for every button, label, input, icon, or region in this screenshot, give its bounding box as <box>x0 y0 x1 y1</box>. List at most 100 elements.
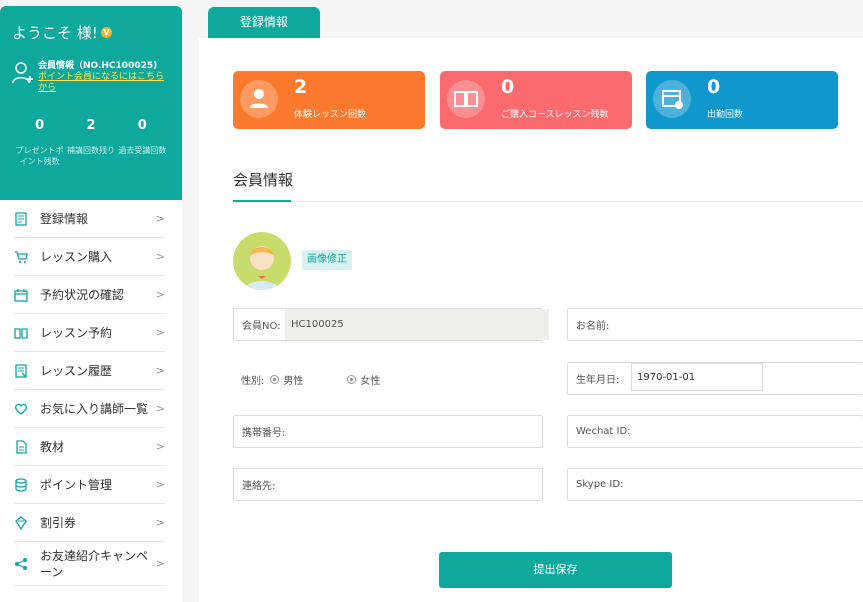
cart-icon <box>15 250 28 263</box>
sidebar-item-points[interactable]: ポイント管理 > <box>14 466 165 504</box>
chevron-right-icon: > <box>155 364 165 377</box>
member-no-label: 会員NO: <box>242 321 281 332</box>
sidebar: ようこそ 様! V 会員情報（NO.HC100025) ポイント会員になるにはこ… <box>0 6 182 602</box>
card-value: 2 <box>294 76 308 98</box>
birthdate-label: 生年月日: <box>576 375 620 386</box>
sidebar-item-label: 登録情報 <box>40 212 89 226</box>
member-stats: 0 プレゼントポイント残数 2 補講回数残り 0 過去受講回数 <box>12 118 170 167</box>
contact-field[interactable]: 連絡先: <box>233 468 543 501</box>
card-remaining-course-lessons: 0 ご購入コースレッスン残数 <box>440 71 632 129</box>
chevron-right-icon: > <box>155 212 165 225</box>
wechat-field[interactable]: Wechat ID: <box>567 415 863 448</box>
gender-female-radio[interactable] <box>347 375 357 384</box>
sidebar-item-coupons[interactable]: 割引券 > <box>14 504 165 542</box>
sidebar-item-favorite-teachers[interactable]: お気に入り講師一覧 > <box>14 390 165 428</box>
card-label: 出勤回数 <box>707 110 744 120</box>
sidebar-header: ようこそ 様! V 会員情報（NO.HC100025) ポイント会員になるにはこ… <box>0 6 182 200</box>
avatar <box>233 232 291 290</box>
contact-label: 連絡先: <box>242 481 276 492</box>
chevron-right-icon: > <box>155 402 165 415</box>
sidebar-item-lesson-booking[interactable]: レッスン予約 > <box>14 314 165 352</box>
sidebar-item-label: 予約状況の確認 <box>40 288 125 302</box>
birthdate-field: 生年月日: 1970-01-01 <box>567 362 863 395</box>
chevron-right-icon: > <box>155 288 165 301</box>
skype-field[interactable]: Skype ID: <box>567 468 863 501</box>
name-label: お名前: <box>576 321 610 332</box>
document-icon <box>15 211 27 226</box>
sidebar-item-label: 教材 <box>40 440 65 454</box>
person-icon <box>240 80 278 118</box>
sidebar-item-label: レッスン予約 <box>40 326 113 340</box>
stat-value: 0 <box>137 118 147 133</box>
submit-save-button[interactable]: 提出保存 <box>439 552 672 588</box>
stat-past-lessons: 0 過去受講回数 <box>117 118 168 167</box>
member-info: 会員情報（NO.HC100025) ポイント会員になるにはこちらから <box>12 61 170 94</box>
stat-value: 0 <box>35 118 45 133</box>
birthdate-input[interactable]: 1970-01-01 <box>631 363 763 391</box>
stat-present-points: 0 プレゼントポイント残数 <box>14 118 65 167</box>
name-field[interactable]: お名前: <box>567 308 863 341</box>
point-member-link[interactable]: ポイント会員になるにはこちらから <box>38 72 170 94</box>
member-user-icon <box>12 62 33 84</box>
sidebar-item-label: 割引券 <box>40 516 77 530</box>
chevron-right-icon: > <box>155 250 165 263</box>
sidebar-item-friend-referral[interactable]: お友達紹介キャンペーン > <box>14 542 165 586</box>
chevron-right-icon: > <box>155 326 165 339</box>
card-trial-lessons: 2 体験レッスン回数 <box>233 71 425 129</box>
sidebar-menu: 登録情報 > レッスン購入 > 予約状況の確認 > レッスン予約 > レッスン履… <box>0 200 182 586</box>
coins-icon <box>15 477 27 492</box>
main-panel: 2 体験レッスン回数 0 ご購入コースレッスン残数 0 出勤回数 会員情報 画像… <box>199 38 863 602</box>
skype-label: Skype ID: <box>576 479 624 490</box>
sidebar-item-label: レッスン履歴 <box>40 364 113 378</box>
stat-label: 補講回数残り <box>66 146 115 155</box>
wechat-label: Wechat ID: <box>576 426 631 437</box>
gender-label: 性別: <box>241 376 265 387</box>
stat-makeup-lessons: 2 補講回数残り <box>65 118 116 167</box>
member-no-field: 会員NO: HC100025 <box>233 308 549 341</box>
chevron-right-icon: > <box>155 478 165 491</box>
card-label: ご購入コースレッスン残数 <box>501 110 609 120</box>
chevron-right-icon: > <box>155 556 165 570</box>
sidebar-item-reservation-status[interactable]: 予約状況の確認 > <box>14 276 165 314</box>
card-label: 体験レッスン回数 <box>294 110 367 120</box>
gender-male-label: 男性 <box>283 376 304 387</box>
share-icon <box>15 557 27 570</box>
section-accent-line <box>233 200 291 202</box>
chevron-right-icon: > <box>155 516 165 529</box>
gender-female-label: 女性 <box>360 376 381 387</box>
sidebar-item-lesson-purchase[interactable]: レッスン購入 > <box>14 238 165 276</box>
welcome-label: ようこそ 様! <box>12 24 98 42</box>
calendar-check-icon <box>653 80 691 118</box>
gender-group: 性別: 男性 女性 <box>241 372 380 387</box>
chevron-right-icon: > <box>155 440 165 453</box>
card-value: 0 <box>501 76 515 98</box>
sidebar-item-label: お気に入り講師一覧 <box>40 402 149 416</box>
heart-icon <box>15 403 27 415</box>
tab-registration-info[interactable]: 登録情報 <box>208 7 320 39</box>
stat-label: プレゼントポイント残数 <box>15 146 64 166</box>
section-divider <box>233 201 863 202</box>
card-value: 0 <box>707 76 721 98</box>
book-icon <box>447 80 485 118</box>
edit-image-button[interactable]: 画像修正 <box>302 250 352 270</box>
stat-label: 過去受講回数 <box>118 146 167 155</box>
welcome-text: ようこそ 様! V <box>12 22 170 43</box>
sidebar-item-label: お友達紹介キャンペーン <box>40 548 149 579</box>
sidebar-item-lesson-history[interactable]: レッスン履歴 > <box>14 352 165 390</box>
mobile-label: 携帯番号: <box>242 428 286 439</box>
sidebar-item-label: ポイント管理 <box>40 478 113 492</box>
sidebar-item-registration[interactable]: 登録情報 > <box>14 200 165 238</box>
book-icon <box>14 327 28 339</box>
history-icon <box>15 363 27 378</box>
section-title: 会員情報 <box>233 171 294 189</box>
mobile-field[interactable]: 携帯番号: <box>233 415 543 448</box>
sidebar-item-materials[interactable]: 教材 > <box>14 428 165 466</box>
member-title: 会員情報（NO.HC100025) <box>38 61 158 71</box>
card-attendance: 0 出勤回数 <box>646 71 838 129</box>
vip-badge-icon: V <box>100 27 112 38</box>
coupon-icon <box>15 515 27 530</box>
member-no-text: HC100025 <box>291 319 344 330</box>
file-icon <box>16 439 27 454</box>
member-no-value: HC100025 <box>285 309 549 340</box>
gender-male-radio[interactable] <box>270 375 280 384</box>
